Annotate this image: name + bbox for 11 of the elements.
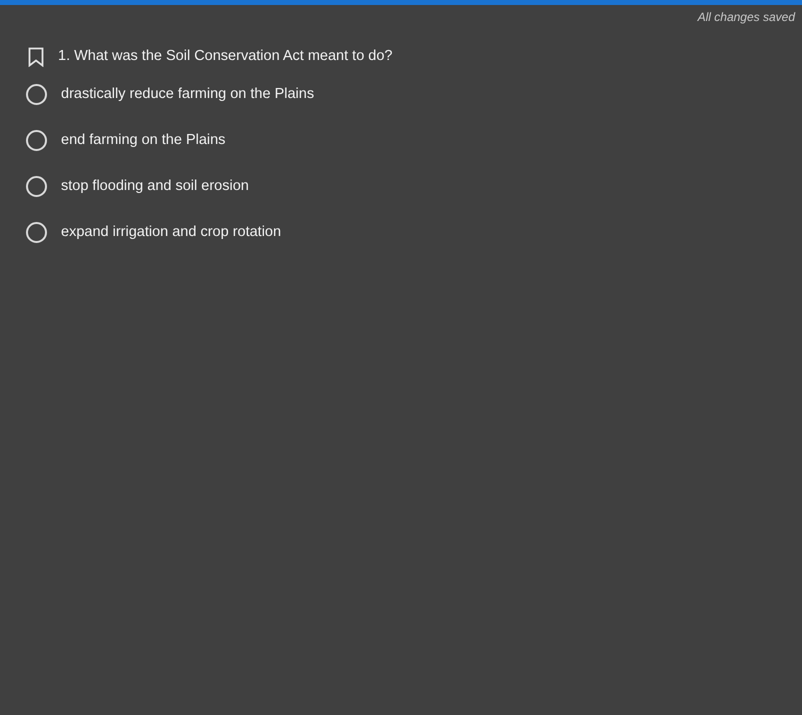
radio-button[interactable] xyxy=(26,176,47,198)
radio-button[interactable] xyxy=(26,84,47,106)
radio-button[interactable] xyxy=(26,130,47,152)
choice-label[interactable]: drastically reduce farming on the Plains xyxy=(61,84,314,106)
radio-button[interactable] xyxy=(26,222,47,244)
choice-label[interactable]: end farming on the Plains xyxy=(61,130,226,152)
choice-label[interactable]: stop flooding and soil erosion xyxy=(61,176,249,198)
save-status: All changes saved xyxy=(698,9,795,26)
choice-label[interactable]: expand irrigation and crop rotation xyxy=(61,222,282,244)
question-text: 1. What was the Soil Conservation Act meant to do? xyxy=(58,47,392,66)
bookmark-icon[interactable] xyxy=(28,46,44,67)
